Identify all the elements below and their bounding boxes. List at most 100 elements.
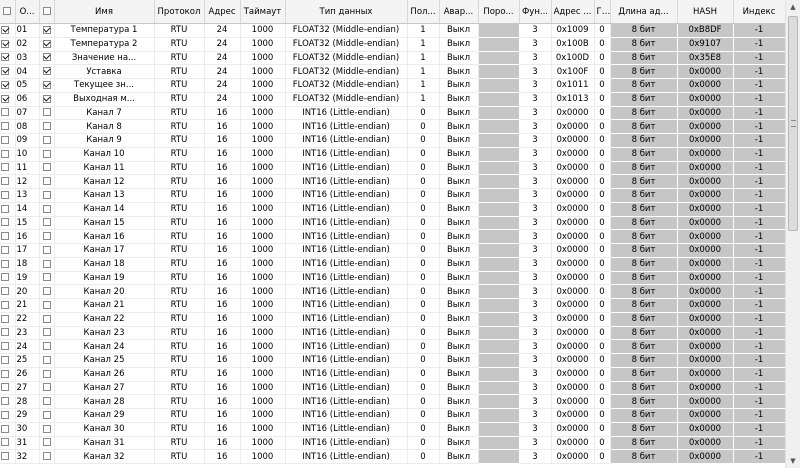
table-row[interactable]: 06 Выходная м... RTU 24 1000 FLOAT32 (Middle-…	[0, 92, 786, 107]
cell-datatype[interactable]: INT16 (Little-endian)	[285, 257, 408, 272]
cell-function[interactable]: 3	[519, 449, 552, 464]
cell-g[interactable]: 0	[594, 394, 611, 409]
cell-length[interactable]: 8 бит	[610, 147, 678, 162]
cell-g[interactable]: 0	[594, 436, 611, 451]
vertical-scrollbar[interactable]: ▲ ▼	[785, 0, 800, 468]
cell-pol[interactable]: 0	[407, 298, 440, 313]
cell-address[interactable]: 16	[204, 394, 241, 409]
cell-threshold[interactable]	[478, 353, 520, 368]
cell-pol[interactable]: 1	[407, 37, 440, 52]
cell-select[interactable]	[0, 51, 16, 66]
cell-length[interactable]: 8 бит	[610, 216, 678, 231]
cell-function[interactable]: 3	[519, 271, 552, 286]
cell-timeout[interactable]: 1000	[240, 408, 286, 423]
cell-function[interactable]: 3	[519, 298, 552, 313]
cell-pol[interactable]: 0	[407, 326, 440, 341]
cell-timeout[interactable]: 1000	[240, 326, 286, 341]
cell-address[interactable]: 24	[204, 78, 241, 93]
row-select-checkbox[interactable]	[1, 122, 9, 131]
row-enabled-checkbox[interactable]	[42, 53, 51, 62]
cell-threshold[interactable]	[478, 64, 520, 79]
cell-index[interactable]: -1	[733, 284, 786, 299]
cell-pol[interactable]: 0	[407, 422, 440, 437]
cell-address[interactable]: 24	[204, 23, 241, 38]
cell-g[interactable]: 0	[594, 106, 611, 121]
row-select-checkbox[interactable]	[1, 190, 9, 199]
cell-protocol[interactable]: RTU	[154, 188, 205, 203]
row-enabled-checkbox[interactable]	[42, 328, 51, 337]
cell-index[interactable]: -1	[733, 408, 786, 423]
cell-alarm[interactable]: Выкл	[439, 216, 479, 231]
cell-name[interactable]: Канал 27	[54, 381, 155, 396]
cell-enabled[interactable]	[39, 229, 55, 244]
row-enabled-checkbox[interactable]	[42, 342, 51, 351]
cell-g[interactable]: 0	[594, 271, 611, 286]
cell-register-address[interactable]: 0x100B	[551, 37, 595, 52]
cell-name[interactable]: Канал 17	[54, 243, 155, 258]
cell-select[interactable]	[0, 243, 16, 258]
cell-threshold[interactable]	[478, 174, 520, 189]
cell-hash[interactable]: 0x0000	[677, 312, 734, 327]
cell-function[interactable]: 3	[519, 229, 552, 244]
cell-index[interactable]: -1	[733, 78, 786, 93]
cell-datatype[interactable]: INT16 (Little-endian)	[285, 133, 408, 148]
cell-datatype[interactable]: INT16 (Little-endian)	[285, 449, 408, 464]
cell-pol[interactable]: 1	[407, 92, 440, 107]
cell-index[interactable]: -1	[733, 188, 786, 203]
row-select-checkbox[interactable]	[1, 80, 9, 89]
table-row[interactable]: 11 Канал 11 RTU 16 1000 INT16 (Little-endian)…	[0, 161, 786, 176]
cell-address[interactable]: 16	[204, 161, 241, 176]
cell-protocol[interactable]: RTU	[154, 367, 205, 382]
cell-select[interactable]	[0, 353, 16, 368]
cell-alarm[interactable]: Выкл	[439, 229, 479, 244]
cell-protocol[interactable]: RTU	[154, 161, 205, 176]
cell-alarm[interactable]: Выкл	[439, 271, 479, 286]
cell-timeout[interactable]: 1000	[240, 37, 286, 52]
header-hash[interactable]: HASH	[677, 0, 734, 24]
table-row[interactable]: 18 Канал 18 RTU 16 1000 INT16 (Little-endian)…	[0, 257, 786, 272]
cell-hash[interactable]: 0x0000	[677, 188, 734, 203]
table-row[interactable]: 07 Канал 7 RTU 16 1000 INT16 (Little-endian) 0…	[0, 106, 786, 121]
cell-protocol[interactable]: RTU	[154, 298, 205, 313]
header-alarm[interactable]: Авар...	[439, 0, 479, 24]
cell-datatype[interactable]: FLOAT32 (Middle-endian)	[285, 78, 408, 93]
row-select-checkbox[interactable]	[1, 39, 9, 48]
cell-alarm[interactable]: Выкл	[439, 92, 479, 107]
cell-function[interactable]: 3	[519, 326, 552, 341]
cell-length[interactable]: 8 бит	[610, 339, 678, 354]
cell-register-address[interactable]: 0x100D	[551, 51, 595, 66]
cell-threshold[interactable]	[478, 202, 520, 217]
cell-pol[interactable]: 0	[407, 312, 440, 327]
cell-protocol[interactable]: RTU	[154, 312, 205, 327]
cell-g[interactable]: 0	[594, 78, 611, 93]
cell-hash[interactable]: 0x0000	[677, 119, 734, 134]
header-register-address[interactable]: Адрес ...	[551, 0, 595, 24]
row-enabled-checkbox[interactable]	[42, 232, 51, 241]
cell-index[interactable]: -1	[733, 298, 786, 313]
cell-pol[interactable]: 0	[407, 188, 440, 203]
cell-length[interactable]: 8 бит	[610, 271, 678, 286]
row-enabled-checkbox[interactable]	[42, 204, 51, 213]
cell-pol[interactable]: 0	[407, 106, 440, 121]
cell-select[interactable]	[0, 449, 16, 464]
cell-name[interactable]: Канал 16	[54, 229, 155, 244]
cell-function[interactable]: 3	[519, 106, 552, 121]
cell-length[interactable]: 8 бит	[610, 449, 678, 464]
cell-pol[interactable]: 0	[407, 216, 440, 231]
row-enabled-checkbox[interactable]	[42, 245, 51, 254]
cell-alarm[interactable]: Выкл	[439, 284, 479, 299]
cell-index[interactable]: -1	[733, 216, 786, 231]
cell-function[interactable]: 3	[519, 353, 552, 368]
cell-protocol[interactable]: RTU	[154, 119, 205, 134]
row-select-checkbox[interactable]	[1, 135, 9, 144]
cell-alarm[interactable]: Выкл	[439, 339, 479, 354]
cell-length[interactable]: 8 бит	[610, 229, 678, 244]
cell-address[interactable]: 16	[204, 353, 241, 368]
cell-pol[interactable]: 0	[407, 174, 440, 189]
table-row[interactable]: 10 Канал 10 RTU 16 1000 INT16 (Little-endian)…	[0, 147, 786, 162]
row-enabled-checkbox[interactable]	[42, 149, 51, 158]
cell-protocol[interactable]: RTU	[154, 381, 205, 396]
cell-timeout[interactable]: 1000	[240, 174, 286, 189]
cell-function[interactable]: 3	[519, 312, 552, 327]
cell-function[interactable]: 3	[519, 284, 552, 299]
